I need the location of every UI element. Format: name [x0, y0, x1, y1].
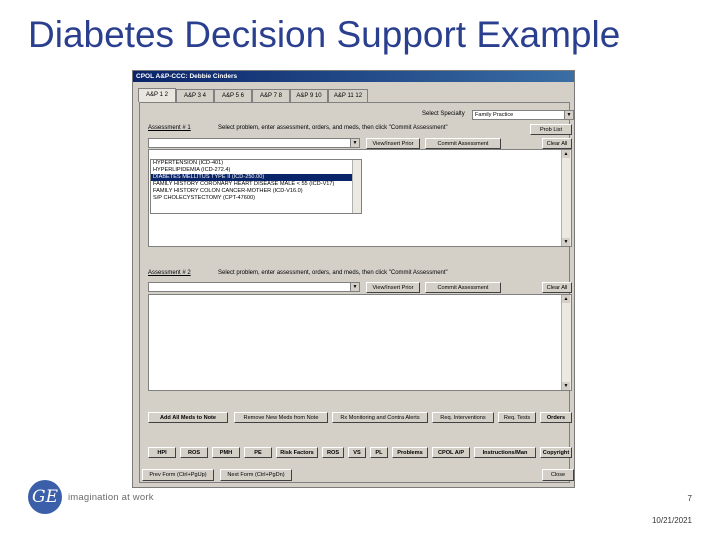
view-insert-prior-button-1[interactable]: View/Insert Prior — [366, 138, 420, 149]
assessment-2-scrollbar[interactable]: ▲ ▼ — [561, 295, 571, 390]
problem-select-1[interactable]: ▼ — [148, 138, 360, 148]
tab-ap-9-10[interactable]: A&P 9 10 — [290, 89, 328, 102]
chevron-down-icon: ▼ — [350, 283, 359, 291]
list-item[interactable]: FAMILY HISTORY COLON CANCER-MOTHER (ICD-… — [151, 188, 361, 195]
page-number: 7 — [687, 494, 692, 503]
nav-copyright-button[interactable]: Copyright — [540, 447, 572, 458]
footer-tagline: imagination at work — [68, 492, 154, 503]
assessment-1-scrollbar[interactable]: ▲ ▼ — [561, 150, 571, 246]
clear-all-button-1[interactable]: Clear All — [542, 138, 572, 149]
assessment-2-textarea[interactable]: ▲ ▼ — [148, 294, 572, 391]
nav-risk-factors-button[interactable]: Risk Factors — [276, 447, 318, 458]
slide-title: Diabetes Decision Support Example — [28, 14, 621, 55]
scroll-down-icon[interactable]: ▼ — [562, 238, 570, 246]
chevron-down-icon: ▼ — [350, 139, 359, 147]
specialty-select[interactable]: Family Practice ▼ — [472, 110, 574, 120]
orders-button[interactable]: Orders — [540, 412, 572, 423]
assessment-1-instruction: Select problem, enter assessment, orders… — [218, 125, 448, 131]
scroll-down-icon[interactable]: ▼ — [562, 382, 570, 390]
prev-form-button[interactable]: Prev Form (Ctrl+PgUp) — [142, 469, 214, 481]
nav-pe-button[interactable]: PE — [244, 447, 272, 458]
tab-panel: Select Specialty Family Practice ▼ Asses… — [139, 102, 574, 483]
list-item[interactable]: S/P CHOLECYSTECTOMY (CPT-47600) — [151, 195, 361, 202]
nav-pmh-button[interactable]: PMH — [212, 447, 240, 458]
clear-all-button-2[interactable]: Clear All — [542, 282, 572, 293]
commit-assessment-button-1[interactable]: Commit Assessment — [425, 138, 501, 149]
problem-list-button[interactable]: Prob List — [530, 124, 572, 135]
problem-select-2[interactable]: ▼ — [148, 282, 360, 292]
scroll-up-icon[interactable]: ▲ — [562, 295, 570, 303]
tab-ap-3-4[interactable]: A&P 3 4 — [176, 89, 214, 102]
ge-logo-icon: GE — [28, 480, 62, 514]
nav-ros2-button[interactable]: ROS — [322, 447, 344, 458]
tab-ap-5-6[interactable]: A&P 5 6 — [214, 89, 252, 102]
nav-ros-button[interactable]: ROS — [180, 447, 208, 458]
add-all-meds-button[interactable]: Add All Meds to Note — [148, 412, 228, 423]
close-button[interactable]: Close — [542, 469, 574, 481]
assessment-1-label: Assessment # 1 — [148, 125, 191, 131]
tab-ap-11-12[interactable]: A&P 11 12 — [328, 89, 368, 102]
tab-ap-7-8[interactable]: A&P 7 8 — [252, 89, 290, 102]
req-tests-button[interactable]: Req. Tests — [498, 412, 536, 423]
scroll-up-icon[interactable]: ▲ — [562, 150, 570, 158]
a-and-p-window: CPOL A&P-CCC: Debbie Cinders A&P 1 2 A&P… — [132, 70, 575, 488]
specialty-label: Select Specialty — [422, 111, 465, 117]
assessment-2-instruction: Select problem, enter assessment, orders… — [218, 270, 448, 276]
next-form-button[interactable]: Next Form (Ctrl+PgDn) — [220, 469, 292, 481]
list-scrollbar[interactable] — [352, 160, 361, 213]
problem-dropdown-list[interactable]: HYPERTENSION (ICD-401) HYPERLIPIDEMIA (I… — [150, 159, 362, 214]
nav-cpol-ap-button[interactable]: CPOL A/P — [432, 447, 470, 458]
nav-hpi-button[interactable]: HPI — [148, 447, 176, 458]
list-item[interactable]: FAMILY HISTORY CORONARY HEART DISEASE MA… — [151, 181, 361, 188]
list-item[interactable]: HYPERTENSION (ICD-401) — [151, 160, 361, 167]
req-interventions-button[interactable]: Req. Interventions — [432, 412, 494, 423]
remove-new-meds-button[interactable]: Remove New Meds from Note — [234, 412, 328, 423]
nav-vs-button[interactable]: VS — [348, 447, 366, 458]
nav-pl-button[interactable]: PL — [370, 447, 388, 458]
assessment-1-textarea[interactable]: HYPERTENSION (ICD-401) HYPERLIPIDEMIA (I… — [148, 149, 572, 247]
assessment-2-label: Assessment # 2 — [148, 270, 191, 276]
nav-instructions-button[interactable]: Instructions/Man — [474, 447, 536, 458]
commit-assessment-button-2[interactable]: Commit Assessment — [425, 282, 501, 293]
chevron-down-icon: ▼ — [564, 111, 573, 119]
list-item[interactable]: HYPERLIPIDEMIA (ICD-272.4) — [151, 167, 361, 174]
list-item[interactable]: DIABETES MELLITUS TYPE II (ICD-250.00) — [151, 174, 361, 181]
rx-monitoring-button[interactable]: Rx Monitoring and Contra Alerts — [332, 412, 428, 423]
specialty-value: Family Practice — [475, 112, 514, 118]
window-title: CPOL A&P-CCC: Debbie Cinders — [133, 71, 574, 82]
tab-ap-1-2[interactable]: A&P 1 2 — [138, 88, 176, 102]
nav-problems-button[interactable]: Problems — [392, 447, 428, 458]
view-insert-prior-button-2[interactable]: View/Insert Prior — [366, 282, 420, 293]
slide-date: 10/21/2021 — [651, 516, 692, 525]
